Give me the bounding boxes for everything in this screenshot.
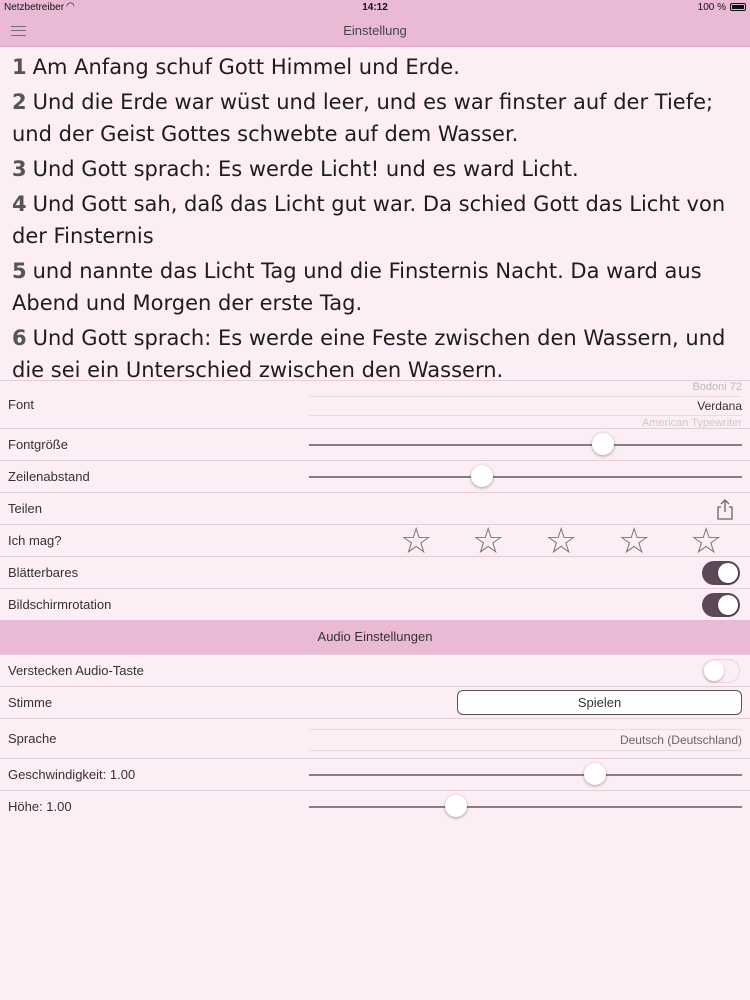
verse: 6 Und Gott sprach: Es werde eine Feste zw… (12, 322, 738, 379)
font-row: Font Bodoni 72 Verdana American Typewrit… (0, 380, 750, 429)
paging-row: Blätterbares (0, 556, 750, 588)
voice-label: Stimme (8, 695, 53, 710)
verse: 2 Und die Erde war wüst und leer, und es … (12, 86, 738, 150)
font-label: Font (8, 397, 35, 412)
toggle-knob (704, 661, 724, 681)
settings-list: Font Bodoni 72 Verdana American Typewrit… (0, 380, 750, 822)
battery-icon (730, 3, 746, 11)
status-time: 14:12 (362, 2, 388, 13)
voice-row: Stimme Spielen (0, 686, 750, 718)
star-icon[interactable]: ☆ (545, 523, 577, 559)
hide-audio-toggle[interactable] (702, 659, 740, 683)
toggle-knob (718, 563, 738, 583)
like-label: Ich mag? (8, 533, 62, 548)
font-size-row: Fontgröße (0, 428, 750, 460)
paging-label: Blätterbares (8, 565, 79, 580)
font-picker[interactable]: Bodoni 72 Verdana American Typewriter (309, 381, 742, 429)
slider-thumb[interactable] (445, 795, 468, 817)
play-button[interactable]: Spielen (457, 690, 742, 715)
star-icon[interactable]: ☆ (400, 523, 432, 559)
audio-section-header: Audio Einstellungen (0, 620, 750, 654)
slider-thumb[interactable] (592, 433, 615, 455)
font-selected[interactable]: Verdana (309, 396, 742, 416)
pitch-row: Höhe: 1.00 (0, 790, 750, 822)
star-icon[interactable]: ☆ (690, 523, 722, 559)
font-size-slider[interactable] (309, 433, 742, 455)
verse-text: und nannte das Licht Tag und die Finster… (12, 259, 702, 315)
battery-percent: 100 % (697, 2, 726, 13)
hide-audio-label: Verstecken Audio-Taste (8, 663, 144, 678)
verse-number: 6 (12, 326, 27, 350)
verse-text: Und Gott sah, daß das Licht gut war. Da … (12, 192, 726, 248)
line-spacing-slider[interactable] (309, 465, 742, 487)
language-row: Sprache Deutsch (Deutschland) (0, 718, 750, 758)
line-spacing-row: Zeilenabstand (0, 460, 750, 492)
speed-label: Geschwindigkeit: 1.00 (8, 767, 136, 782)
nav-bar: Einstellung (0, 15, 750, 47)
verse: 5 und nannte das Licht Tag und die Finste… (12, 255, 738, 319)
language-picker[interactable]: Deutsch (Deutschland) (309, 729, 742, 751)
font-option[interactable]: Bodoni 72 (692, 381, 742, 393)
verse-number: 4 (12, 192, 27, 216)
verse-number: 5 (12, 259, 27, 283)
line-spacing-label: Zeilenabstand (8, 469, 90, 484)
bible-text-preview[interactable]: 1 Am Anfang schuf Gott Himmel und Erde. 2… (0, 47, 750, 379)
pitch-label: Höhe: 1.00 (8, 799, 72, 814)
hide-audio-row: Verstecken Audio-Taste (0, 654, 750, 686)
verse-text: Und die Erde war wüst und leer, und es w… (12, 90, 714, 146)
toggle-knob (718, 595, 738, 615)
verse-number: 3 (12, 157, 27, 181)
star-icon[interactable]: ☆ (472, 523, 504, 559)
verse-text: Und Gott sprach: Es werde eine Feste zwi… (12, 326, 726, 379)
share-label: Teilen (8, 501, 42, 516)
share-icon[interactable] (714, 498, 736, 520)
speed-row: Geschwindigkeit: 1.00 (0, 758, 750, 790)
verse-text: Und Gott sprach: Es werde Licht! und es … (32, 157, 579, 181)
verse-number: 2 (12, 90, 27, 114)
rotation-toggle[interactable] (702, 593, 740, 617)
page-title: Einstellung (343, 23, 407, 38)
pitch-slider[interactable] (309, 795, 742, 817)
verse: 3 Und Gott sprach: Es werde Licht! und es… (12, 153, 738, 185)
star-rating[interactable]: ☆ ☆ ☆ ☆ ☆ (400, 523, 740, 559)
status-bar: Netzbetreiber ◠ 14:12 100 % (0, 0, 750, 15)
verse-text: Am Anfang schuf Gott Himmel und Erde. (32, 55, 460, 79)
font-size-label: Fontgröße (8, 437, 68, 452)
verse: 4 Und Gott sah, daß das Licht gut war. Da… (12, 188, 738, 252)
speed-slider[interactable] (309, 763, 742, 785)
language-label: Sprache (8, 731, 57, 746)
star-icon[interactable]: ☆ (618, 523, 650, 559)
verse: 1 Am Anfang schuf Gott Himmel und Erde. (12, 51, 738, 83)
paging-toggle[interactable] (702, 561, 740, 585)
slider-thumb[interactable] (583, 763, 606, 785)
verse-number: 1 (12, 55, 27, 79)
rotation-row: Bildschirmrotation (0, 588, 750, 620)
like-row: Ich mag? ☆ ☆ ☆ ☆ ☆ (0, 523, 750, 559)
rotation-label: Bildschirmrotation (8, 597, 112, 612)
slider-thumb[interactable] (471, 465, 494, 487)
